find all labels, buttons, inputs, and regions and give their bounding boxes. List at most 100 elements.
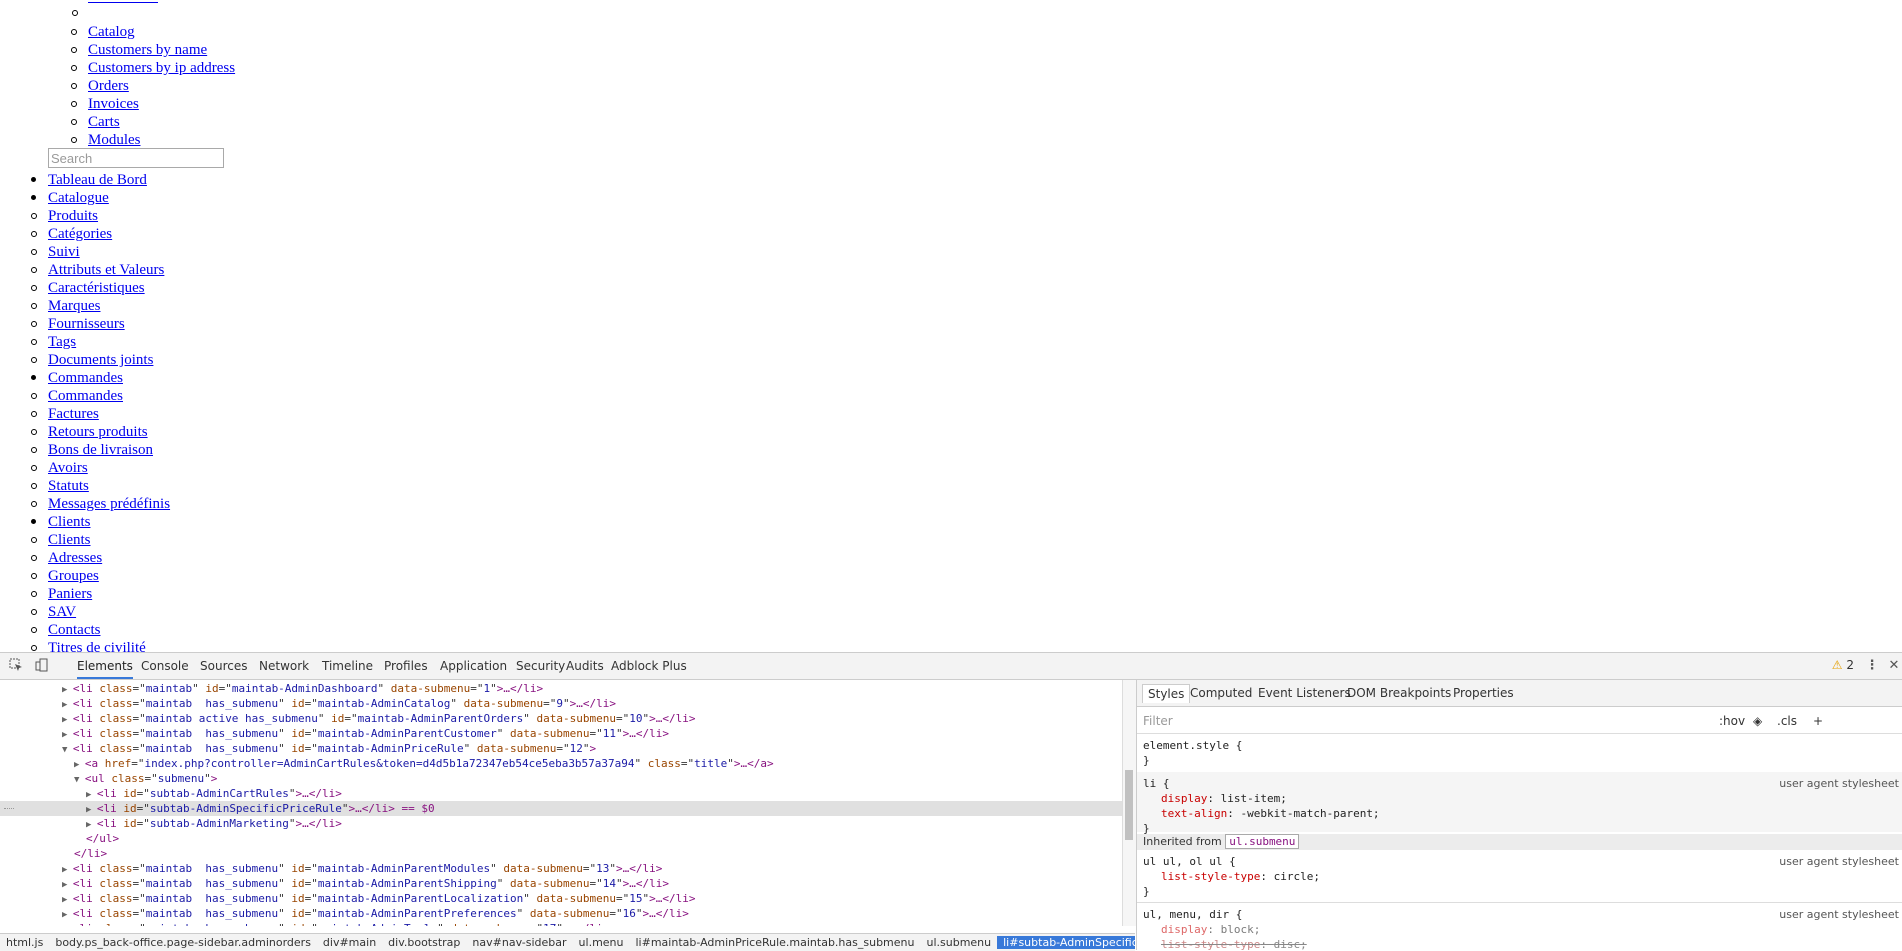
breadcrumb-item[interactable]: body.ps_back-office.page-sidebar.adminor… <box>49 936 317 949</box>
sublist-link-customers-by-ip-address[interactable]: Customers by ip address <box>88 60 235 76</box>
dom-node-line[interactable]: ▶ <li class="maintab has_submenu" id="ma… <box>62 876 669 891</box>
tab-audits[interactable]: Audits <box>566 653 604 679</box>
class-toggle[interactable]: .cls <box>1777 714 1797 728</box>
breadcrumb-item[interactable]: html.js <box>0 936 49 949</box>
expand-arrow-icon[interactable]: ▶ <box>62 880 73 890</box>
expand-arrow-icon[interactable]: ▶ <box>62 895 73 905</box>
submenu-link-messages-predefinis[interactable]: Messages prédéfinis <box>48 496 170 512</box>
dom-node-line[interactable]: ▶ <a href="index.php?controller=AdminCar… <box>74 756 774 771</box>
css-declaration[interactable]: text-align: -webkit-match-parent; <box>1143 806 1380 821</box>
css-declaration[interactable]: display: block; <box>1143 922 1307 937</box>
hover-state-toggle[interactable]: :hov <box>1719 714 1745 728</box>
close-icon[interactable]: ✕ <box>1886 658 1902 674</box>
submenu-link-tags[interactable]: Tags <box>48 334 76 350</box>
breadcrumb-item[interactable]: li#subtab-AdminSpecificPriceRule <box>997 936 1135 949</box>
warning-indicator[interactable]: ⚠ 2 <box>1832 658 1854 672</box>
sublist-link-carts[interactable]: Carts <box>88 114 120 130</box>
dom-node-line[interactable]: ▶ <li id="subtab-AdminCartRules">…</li> <box>86 786 342 801</box>
dom-node-line[interactable]: ▶ <li class="maintab active has_submenu"… <box>62 711 695 726</box>
menu-link-commandes[interactable]: Commandes <box>48 370 123 386</box>
color-format-icon[interactable]: ◈ <box>1753 714 1762 728</box>
scrollbar-thumb[interactable] <box>1125 770 1133 840</box>
rule-li-selector[interactable]: li { <box>1143 776 1170 791</box>
tab-adblock-plus[interactable]: Adblock Plus <box>611 653 687 679</box>
search-input[interactable] <box>48 148 224 168</box>
tab-timeline[interactable]: Timeline <box>322 653 373 679</box>
rule-ul-menu-selector[interactable]: ul, menu, dir { <box>1143 907 1242 922</box>
dom-node-line[interactable]: ▶ <li class="maintab has_submenu" id="ma… <box>62 861 662 876</box>
expand-arrow-icon[interactable]: ▶ <box>86 790 97 800</box>
submenu-link-paniers[interactable]: Paniers <box>48 586 92 602</box>
css-declaration[interactable]: display: list-item; <box>1143 791 1380 806</box>
breadcrumb-item[interactable]: div.bootstrap <box>382 936 466 949</box>
submenu-link-suivi[interactable]: Suivi <box>48 244 80 260</box>
submenu-link-avoirs[interactable]: Avoirs <box>48 460 88 476</box>
submenu-link-titres-de-civilite[interactable]: Titres de civilité <box>48 640 146 652</box>
breadcrumb-item[interactable]: ul.menu <box>573 936 630 949</box>
styles-tab-computed[interactable]: Computed <box>1190 686 1252 700</box>
tab-network[interactable]: Network <box>259 653 309 679</box>
expand-arrow-icon[interactable]: ▶ <box>62 700 73 710</box>
menu-link-catalogue[interactable]: Catalogue <box>48 190 109 206</box>
styles-tab-styles[interactable]: Styles <box>1142 684 1191 703</box>
expand-arrow-icon[interactable]: ▶ <box>74 760 85 770</box>
dom-node-line[interactable]: ▶ <li class="maintab" id="maintab-AdminD… <box>62 681 543 696</box>
tab-application[interactable]: Application <box>440 653 507 679</box>
inherited-element-badge[interactable]: ul.submenu <box>1225 834 1300 849</box>
dom-scrollbar[interactable] <box>1122 680 1136 926</box>
submenu-link-clients[interactable]: Clients <box>48 532 91 548</box>
dom-node-line[interactable]: ▶ <li class="maintab has_submenu" id="ma… <box>62 696 616 711</box>
more-options-icon[interactable]: ⋮ <box>1864 658 1880 674</box>
tab-security[interactable]: Security <box>516 653 565 679</box>
sublist-link-customers-by-name[interactable]: Customers by name <box>88 42 207 58</box>
styles-filter-input[interactable]: Filter <box>1143 714 1173 728</box>
expand-arrow-icon[interactable]: ▶ <box>62 715 73 725</box>
dom-node-line[interactable]: ▼ <ul class="submenu"> <box>74 771 217 786</box>
tab-elements[interactable]: Elements <box>77 653 133 679</box>
submenu-link-bons-de-livraison[interactable]: Bons de livraison <box>48 442 153 458</box>
breadcrumb-item[interactable]: nav#nav-sidebar <box>466 936 572 949</box>
expand-arrow-icon[interactable]: ▶ <box>86 820 97 830</box>
expand-arrow-icon[interactable]: ▶ <box>62 730 73 740</box>
inspect-element-icon[interactable] <box>8 658 24 674</box>
css-declaration[interactable]: list-style-type: circle; <box>1143 869 1320 884</box>
submenu-link-categories[interactable]: Catégories <box>48 226 112 242</box>
breadcrumb-item[interactable]: li#maintab-AdminPriceRule.maintab.has_su… <box>630 936 921 949</box>
submenu-link-produits[interactable]: Produits <box>48 208 98 224</box>
dom-node-line[interactable]: ▶ <li class="maintab has_submenu" id="ma… <box>62 921 609 926</box>
expand-arrow-icon[interactable]: ▶ <box>62 910 73 920</box>
submenu-link-documents-joints[interactable]: Documents joints <box>48 352 153 368</box>
submenu-link-groupes[interactable]: Groupes <box>48 568 99 584</box>
rule-ul-ul-selector[interactable]: ul ul, ol ul { <box>1143 854 1236 869</box>
submenu-link-sav[interactable]: SAV <box>48 604 76 620</box>
dom-node-line[interactable]: ▶ <li id="subtab-AdminMarketing">…</li> <box>86 816 342 831</box>
dom-node-line[interactable]: ▶ <li class="maintab has_submenu" id="ma… <box>62 891 695 906</box>
expand-arrow-icon[interactable]: ▼ <box>74 775 85 785</box>
submenu-link-factures[interactable]: Factures <box>48 406 99 422</box>
expand-arrow-icon[interactable]: ▶ <box>62 925 73 926</box>
new-rule-icon[interactable]: + <box>1813 714 1823 728</box>
dom-node-line[interactable]: ▶ <li class="maintab has_submenu" id="ma… <box>62 906 689 921</box>
expand-arrow-icon[interactable]: ▶ <box>86 805 97 815</box>
submenu-link-marques[interactable]: Marques <box>48 298 101 314</box>
submenu-link-caracteristiques[interactable]: Caractéristiques <box>48 280 145 296</box>
styles-tab-event-listeners[interactable]: Event Listeners <box>1258 686 1351 700</box>
dom-node-line[interactable]: ▶ <li class="maintab has_submenu" id="ma… <box>62 726 669 741</box>
expand-arrow-icon[interactable]: ▶ <box>62 685 73 695</box>
sublist-link-orders[interactable]: Orders <box>88 78 129 94</box>
breadcrumb-item[interactable]: div#main <box>317 936 382 949</box>
sublist-link-invoices[interactable]: Invoices <box>88 96 139 112</box>
tab-console[interactable]: Console <box>141 653 189 679</box>
element-style-selector[interactable]: element.style { <box>1143 738 1242 753</box>
sublist-link-modules[interactable]: Modules <box>88 132 141 148</box>
submenu-link-adresses[interactable]: Adresses <box>48 550 102 566</box>
styles-tab-properties[interactable]: Properties <box>1453 686 1514 700</box>
dom-node-line[interactable]: ▼ <li class="maintab has_submenu" id="ma… <box>62 741 596 756</box>
expand-arrow-icon[interactable]: ▶ <box>62 865 73 875</box>
sublist-link-catalog[interactable]: Catalog <box>88 24 135 40</box>
tab-profiles[interactable]: Profiles <box>384 653 428 679</box>
menu-link-tableau-de-bord[interactable]: Tableau de Bord <box>48 172 147 188</box>
submenu-link-fournisseurs[interactable]: Fournisseurs <box>48 316 125 332</box>
tab-sources[interactable]: Sources <box>200 653 247 679</box>
submenu-link-attributs-et-valeurs[interactable]: Attributs et Valeurs <box>48 262 164 278</box>
